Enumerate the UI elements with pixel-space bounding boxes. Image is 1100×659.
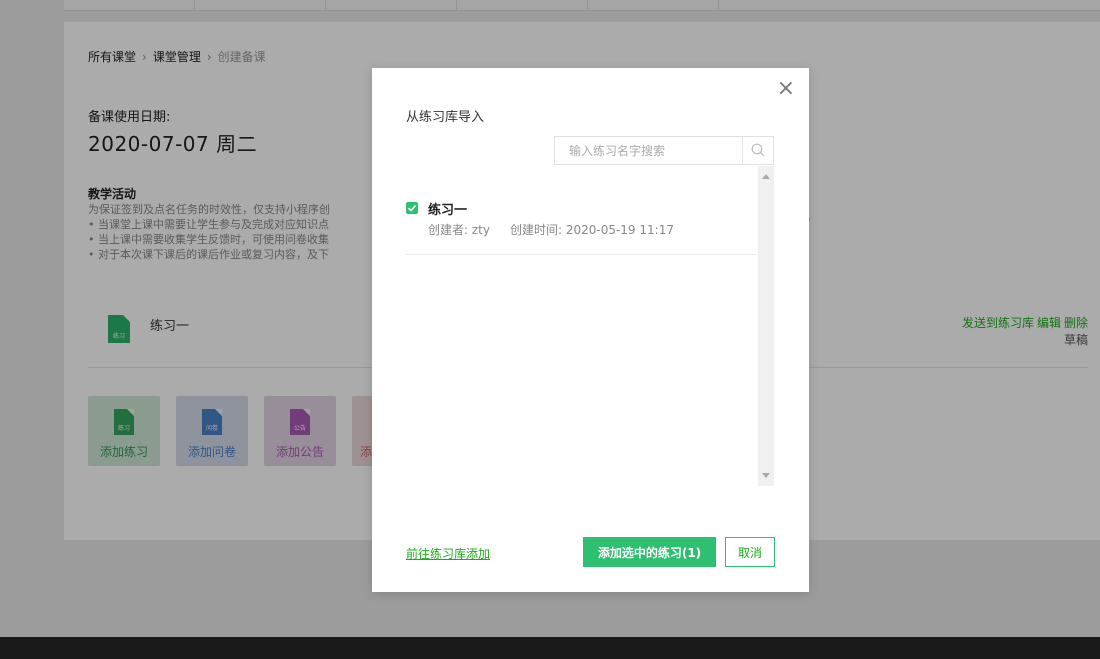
exercise-list: 练习一 创建者: zty 创建时间: 2020-05-19 11:17 [406,166,774,486]
goto-library-link[interactable]: 前往练习库添加 [406,545,490,562]
scroll-up-arrow-icon[interactable] [762,174,770,179]
close-icon[interactable]: × [777,78,795,100]
cancel-button[interactable]: 取消 [725,537,775,567]
search-icon [751,143,765,157]
item-creator: 创建者: zty [428,223,490,237]
add-selected-button[interactable]: 添加选中的练习(1) [583,537,716,567]
item-created-at: 创建时间: 2020-05-19 11:17 [509,223,674,237]
scroll-down-arrow-icon[interactable] [762,473,770,478]
list-scrollbar[interactable] [758,166,774,486]
dialog-title: 从练习库导入 [406,110,485,125]
item-meta: 创建者: zty 创建时间: 2020-05-19 11:17 [428,221,674,238]
list-item[interactable]: 练习一 创建者: zty 创建时间: 2020-05-19 11:17 [406,188,756,255]
search-button[interactable] [742,137,773,164]
search-box [554,136,774,165]
search-input[interactable] [555,137,743,164]
check-icon [407,204,417,212]
import-from-library-dialog: × 从练习库导入 练习一 创建者: zty 创建时间: 2020-05-19 11… [372,68,809,592]
page-footer-dimmed [0,637,1100,659]
item-title: 练习一 [428,203,468,218]
item-checkbox[interactable] [406,202,418,214]
